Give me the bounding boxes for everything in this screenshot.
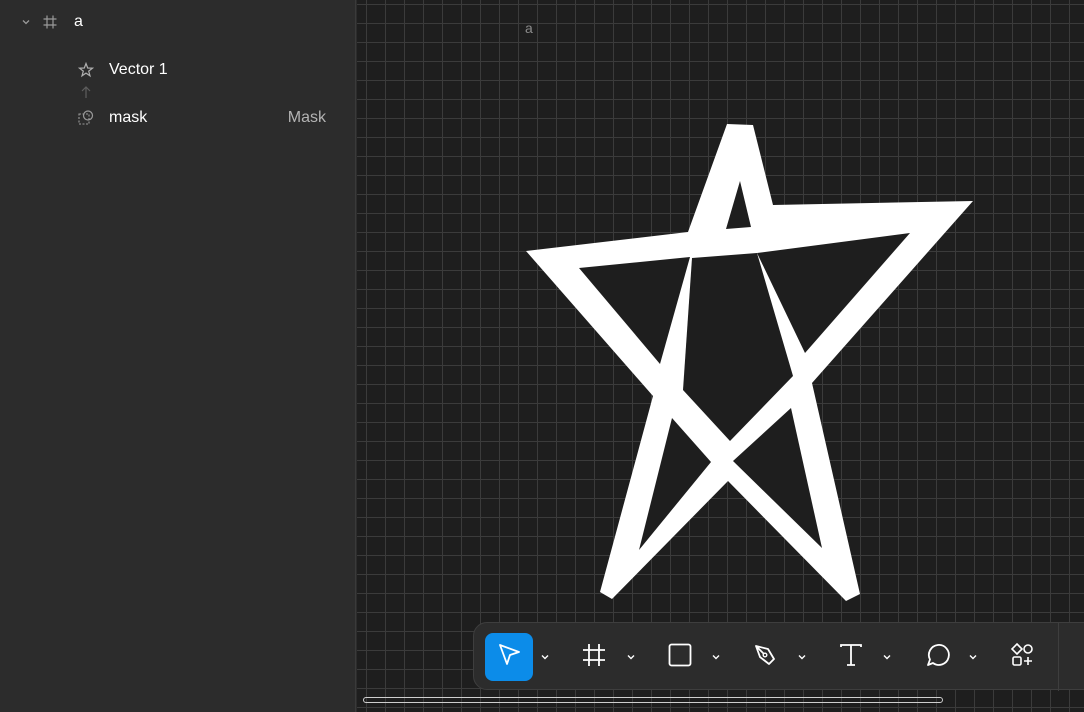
chevron-down-icon[interactable] [794,647,810,667]
layers-panel: a Vector 1 mask Mask [0,0,356,712]
actions-tool-button[interactable] [998,633,1046,681]
chevron-down-icon[interactable] [879,647,895,667]
bottom-toolbar [473,622,1084,691]
frame-hash-icon [40,12,60,32]
frame-hash-icon [580,641,608,674]
arrow-up-icon [78,84,94,100]
move-tool-button[interactable] [485,633,533,681]
design-canvas[interactable]: a [357,0,1084,712]
frame-tool-button[interactable] [570,633,618,681]
pen-nib-icon [752,641,780,674]
layer-name: Vector 1 [109,61,168,78]
chevron-down-icon[interactable] [708,647,724,667]
comment-tool-button[interactable] [913,633,961,681]
pen-tool-button[interactable] [742,633,790,681]
star-vector-shape[interactable] [357,0,1084,712]
mask-shape-icon [76,108,96,128]
chevron-down-icon[interactable] [18,14,34,30]
layer-row-frame-a[interactable]: a [0,6,356,38]
rectangle-tool-button[interactable] [656,633,704,681]
toolbar-divider [1058,623,1059,691]
mask-badge: Mask [287,109,326,126]
comment-bubble-icon [923,641,951,674]
text-tool-button[interactable] [827,633,875,681]
star-vector-icon [76,60,96,80]
chevron-down-icon[interactable] [623,647,639,667]
rectangle-icon [666,641,694,674]
chevron-down-icon[interactable] [537,647,553,667]
layer-name: a [74,13,83,30]
layer-name: mask [109,109,148,126]
text-t-icon [837,641,865,674]
horizontal-scrollbar[interactable] [363,697,943,703]
shapes-plus-icon [1008,641,1036,674]
cursor-arrow-icon [495,641,523,674]
chevron-down-icon[interactable] [965,647,981,667]
layer-row-mask[interactable]: mask Mask [0,102,356,134]
layer-row-vector-1[interactable]: Vector 1 [0,54,356,86]
